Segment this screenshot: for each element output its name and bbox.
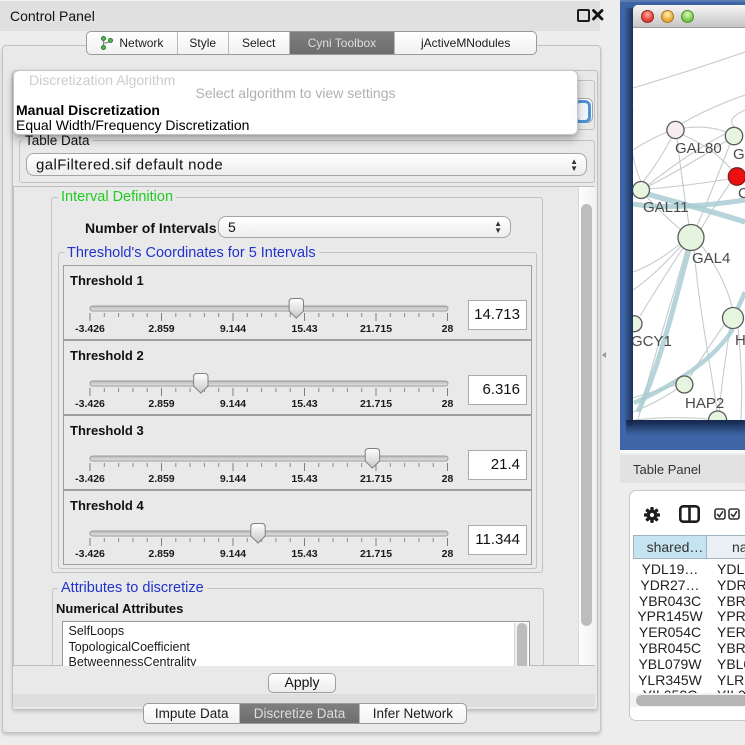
svg-text:28: 28	[442, 323, 454, 335]
svg-text:15.43: 15.43	[291, 473, 317, 485]
svg-text:15.43: 15.43	[291, 398, 317, 410]
svg-text:2.859: 2.859	[148, 473, 174, 485]
svg-text:-3.426: -3.426	[75, 398, 105, 410]
svg-text:21.715: 21.715	[360, 323, 392, 335]
svg-text:15.43: 15.43	[291, 548, 317, 560]
svg-text:9.144: 9.144	[220, 323, 246, 335]
svg-text:-3.426: -3.426	[75, 473, 105, 485]
svg-text:GA: GA	[733, 146, 745, 163]
svg-text:2.859: 2.859	[148, 548, 174, 560]
svg-text:GAL4: GAL4	[692, 250, 730, 267]
svg-text:28: 28	[442, 473, 454, 485]
svg-text:HAP2: HAP2	[685, 395, 724, 412]
svg-text:GAL80: GAL80	[675, 140, 722, 157]
svg-text:9.144: 9.144	[220, 473, 246, 485]
svg-text:9.144: 9.144	[220, 548, 246, 560]
svg-text:28: 28	[442, 398, 454, 410]
svg-text:15.43: 15.43	[291, 323, 317, 335]
svg-text:CY: CY	[738, 185, 745, 202]
svg-text:-3.426: -3.426	[75, 323, 105, 335]
svg-text:2.859: 2.859	[148, 323, 174, 335]
svg-text:21.715: 21.715	[360, 398, 392, 410]
svg-text:GCY1: GCY1	[633, 333, 672, 350]
svg-text:21.715: 21.715	[360, 548, 392, 560]
svg-text:9.144: 9.144	[220, 398, 246, 410]
svg-text:HI: HI	[735, 332, 745, 349]
svg-text:21.715: 21.715	[360, 473, 392, 485]
svg-text:2.859: 2.859	[148, 398, 174, 410]
svg-text:-3.426: -3.426	[75, 548, 105, 560]
svg-text:28: 28	[442, 548, 454, 560]
svg-text:GAL11: GAL11	[643, 199, 689, 216]
